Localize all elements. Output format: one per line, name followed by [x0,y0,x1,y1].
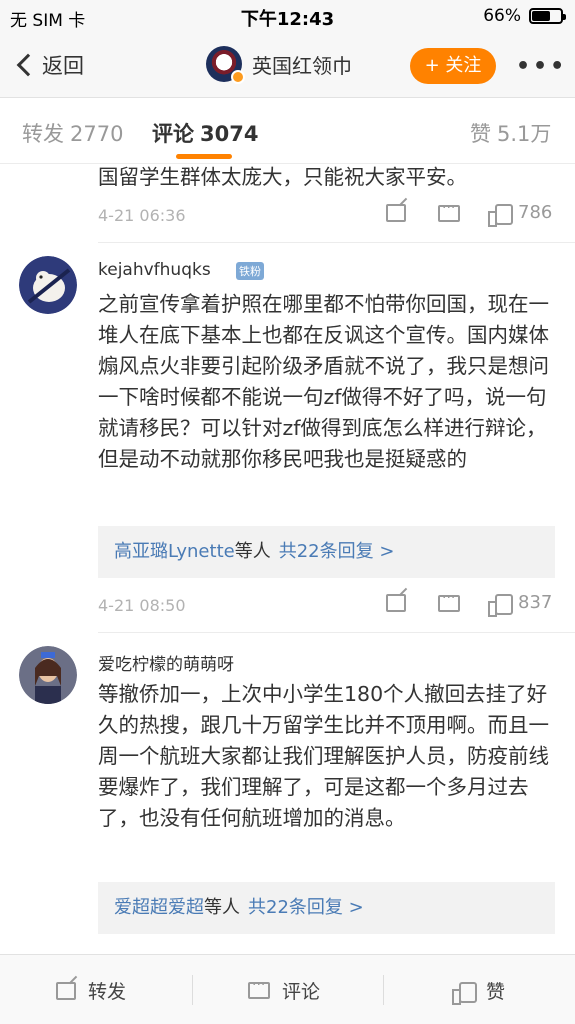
tab-label: 转发 [22,122,64,146]
repost-label: 转发 [88,981,127,1003]
like-comment-button[interactable]: 837 [488,592,553,617]
divider [98,632,575,633]
chevron-left-icon [16,53,40,77]
tab-label: 赞 [470,122,491,146]
account-header[interactable]: 英国红领巾 [206,46,352,84]
comment-text: 国留学生群体太庞大，只能祝大家平安。 [98,165,467,189]
reply-mid: 等人 [204,897,240,918]
reply-count-link: 共22条回复 > [248,897,364,918]
battery-icon [529,8,566,24]
repost-button[interactable]: 转发 [56,977,126,1004]
thumbs-up-icon [488,203,513,227]
comment-text: 之前宣传拿着护照在哪里都不怕带你回国，现在一堆人在底下基本上也都在反讽这个宣传。… [98,292,549,471]
tab-label: 评论 [152,122,194,146]
avatar[interactable] [19,256,77,314]
tab-likes[interactable]: 赞 5.1万 [470,118,551,148]
comment-icon [248,977,270,999]
back-button[interactable]: 返回 [14,50,84,80]
battery-fill [532,11,551,21]
status-bar: 无 SIM 卡 下午12:43 66% [0,0,575,34]
comment-icon [438,200,460,222]
comment-username[interactable]: kejahvfhuqks [98,260,211,280]
thumbs-up-icon [488,593,513,617]
tab-reposts[interactable]: 转发 2770 [22,118,123,148]
repost-comment-button[interactable] [386,204,406,222]
account-avatar [206,46,245,84]
comment-list[interactable]: 国留学生群体太庞大，只能祝大家平安。 4-21 06:36 786 kejahv… [0,164,575,954]
share-icon [56,981,76,1000]
active-tab-indicator [176,154,232,159]
reply-comment-button[interactable] [438,200,460,222]
tab-count: 5.1万 [497,122,552,146]
status-right: 66% [483,6,566,26]
bottom-action-bar: 转发 评论 赞 [0,954,575,1024]
back-label: 返回 [42,54,84,78]
divider [192,975,193,1005]
comment-time: 4-21 06:36 [98,206,186,225]
comment-text: 等撤侨加一，上次中小学生180个人撤回去挂了好久的热搜，跟几十万留学生比并不顶用… [98,682,549,830]
share-icon [386,594,406,612]
reply-count-link: 共22条回复 > [278,541,395,562]
divider [383,975,384,1005]
reply-mid: 等人 [234,541,271,562]
reply-summary[interactable]: 高亚璐Lynette等人 共22条回复 > [98,526,555,578]
tab-count: 3074 [200,122,259,146]
like-count: 786 [518,202,553,223]
reply-names: 高亚璐Lynette [114,541,235,562]
divider [98,242,575,243]
follow-button[interactable]: + 关注 [410,48,496,84]
share-icon [386,204,406,222]
reply-summary[interactable]: 爱超超爱超等人 共22条回复 > [98,882,555,934]
verified-badge-icon [231,70,245,84]
comment-time: 4-21 08:50 [98,596,186,615]
page-title: 英国红领巾 [252,53,352,78]
comment-username[interactable]: 爱吃柠檬的萌萌呀 [98,650,234,675]
fan-badge: 铁粉 [236,262,264,280]
nav-bar: 返回 英国红领巾 + 关注 ••• [0,34,575,98]
reply-comment-button[interactable] [438,590,460,612]
comment-icon [438,590,460,612]
thumbs-up-icon [452,981,477,1005]
like-comment-button[interactable]: 786 [488,202,553,227]
comment-button[interactable]: 评论 [248,977,320,1004]
tab-bar: 转发 2770 评论 3074 赞 5.1万 [0,98,575,164]
more-options-icon[interactable]: ••• [516,54,567,79]
reply-names: 爱超超爱超 [114,897,204,918]
like-count: 837 [518,592,553,613]
comment-label: 评论 [282,981,321,1003]
repost-comment-button[interactable] [386,594,406,612]
like-label: 赞 [486,981,506,1003]
like-button[interactable]: 赞 [452,977,506,1005]
battery-percent: 66% [483,6,521,26]
tab-comments[interactable]: 评论 3074 [152,118,258,148]
tab-count: 2770 [70,122,124,146]
avatar[interactable] [19,646,77,704]
